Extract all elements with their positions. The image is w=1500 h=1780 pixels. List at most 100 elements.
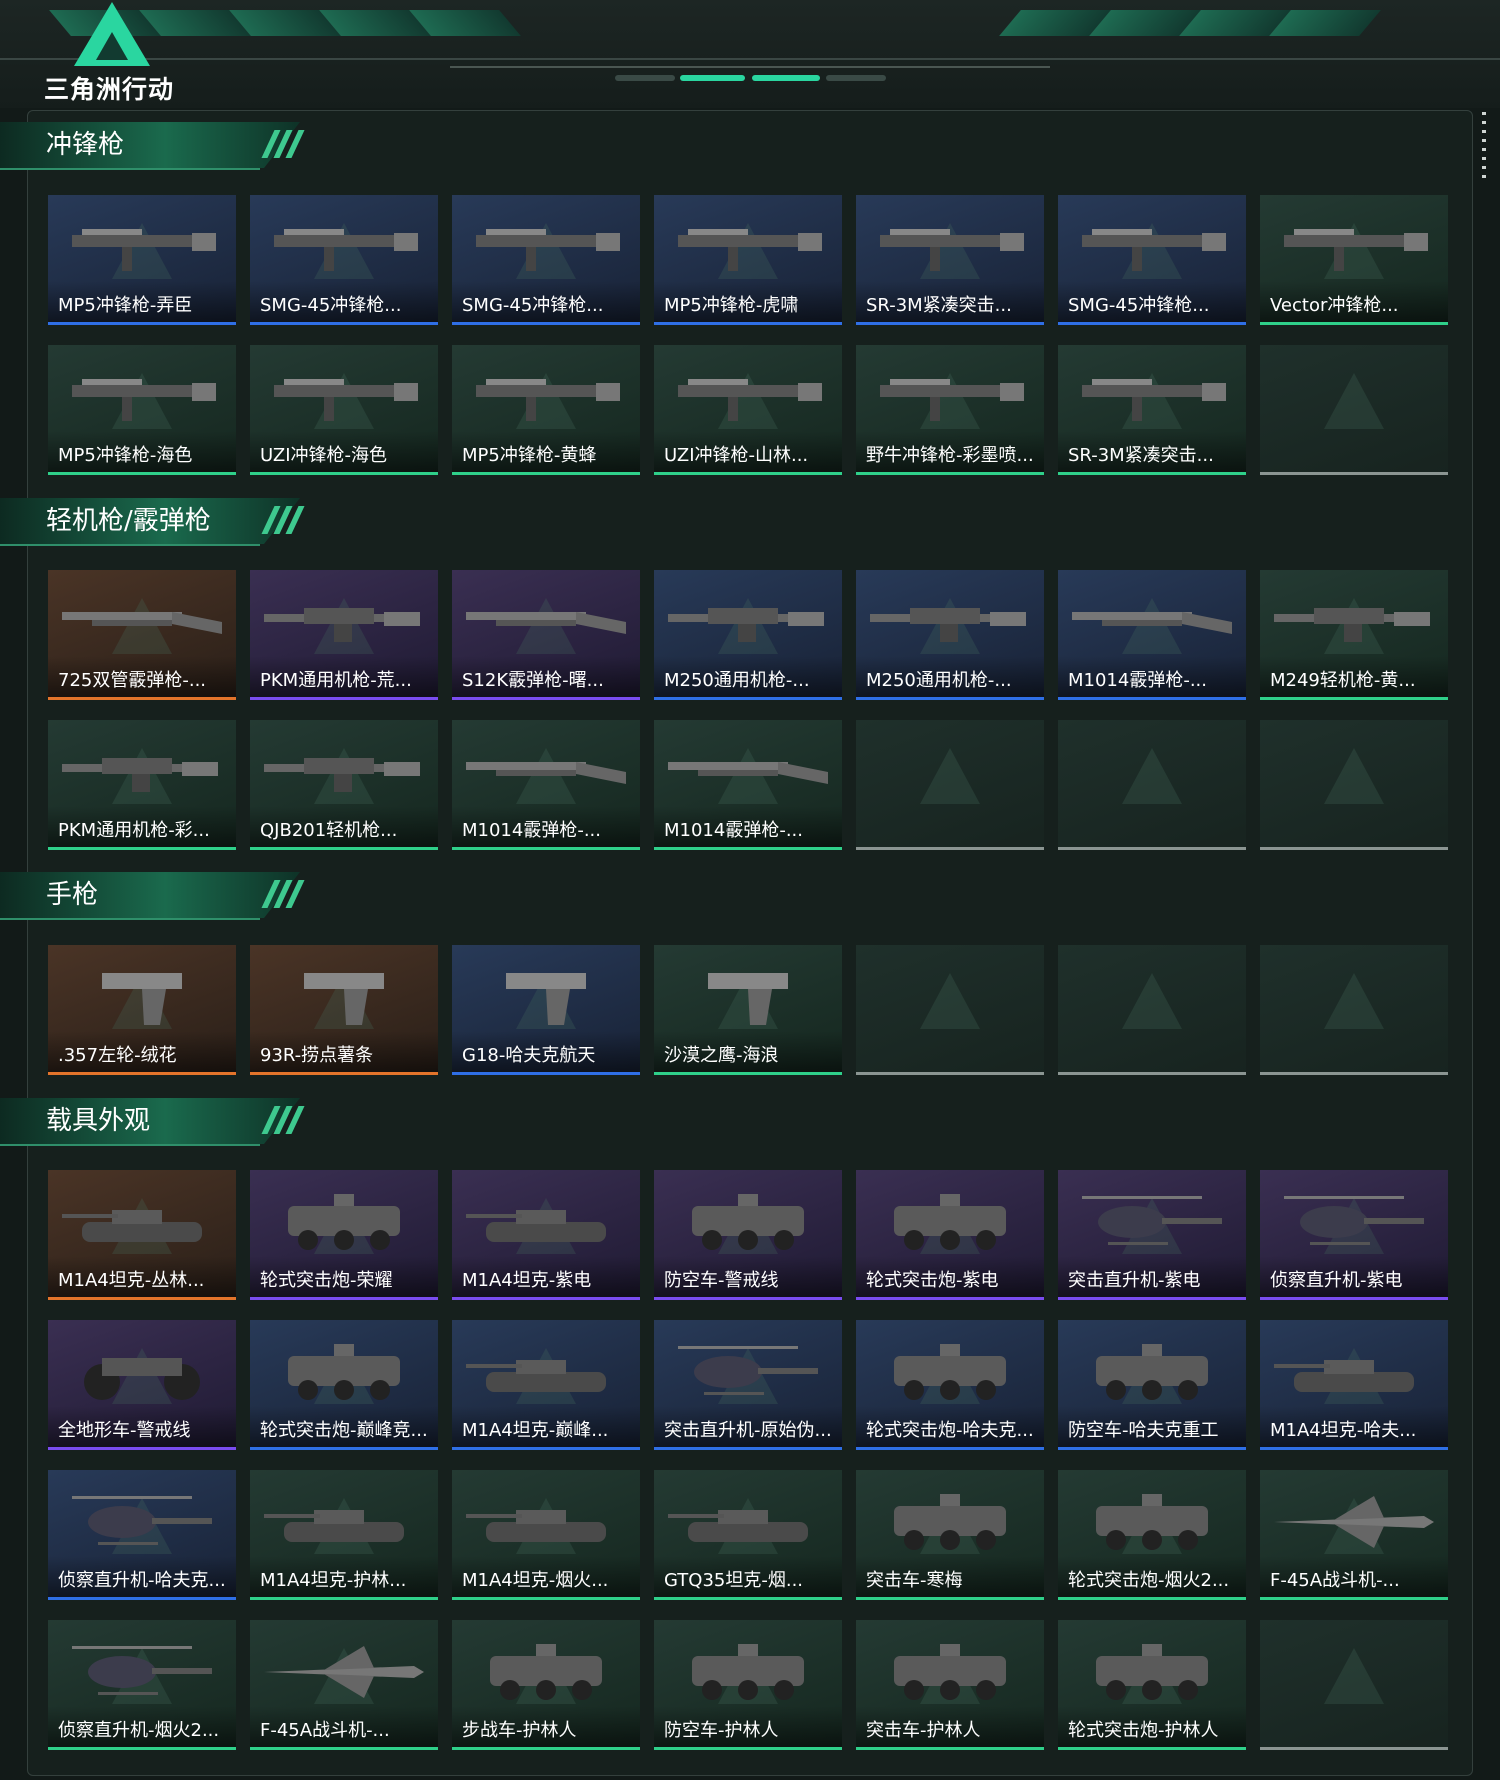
rarity-bar xyxy=(856,1297,1044,1300)
skin-card[interactable]: 防空车-护林人 xyxy=(654,1620,842,1750)
skin-card[interactable]: SMG-45冲锋枪... xyxy=(452,195,640,325)
skin-card[interactable]: MP5冲锋枪-虎啸 xyxy=(654,195,842,325)
skin-name: 轮式突击炮-荣耀 xyxy=(260,1270,393,1291)
skin-card[interactable]: M1014霰弹枪-... xyxy=(452,720,640,850)
skin-card[interactable]: MP5冲锋枪-弄臣 xyxy=(48,195,236,325)
skin-card[interactable]: 轮式突击炮-紫电 xyxy=(856,1170,1044,1300)
skin-card[interactable]: UZI冲锋枪-海色 xyxy=(250,345,438,475)
skin-card[interactable]: UZI冲锋枪-山林... xyxy=(654,345,842,475)
skin-name: G18-哈夫克航天 xyxy=(462,1045,596,1066)
rarity-bar xyxy=(1058,322,1246,325)
skin-card[interactable]: 轮式突击炮-护林人 xyxy=(1058,1620,1246,1750)
skin-card[interactable]: 轮式突击炮-巅峰竞... xyxy=(250,1320,438,1450)
skin-name: 防空车-护林人 xyxy=(664,1720,779,1741)
skin-card[interactable]: 防空车-哈夫克重工 xyxy=(1058,1320,1246,1450)
skin-card[interactable]: F-45A战斗机-... xyxy=(250,1620,438,1750)
rarity-bar xyxy=(452,847,640,850)
skin-card[interactable]: 全地形车-警戒线 xyxy=(48,1320,236,1450)
skin-card[interactable]: M1A4坦克-巅峰... xyxy=(452,1320,640,1450)
rarity-bar xyxy=(250,472,438,475)
skin-card[interactable]: 轮式突击炮-荣耀 xyxy=(250,1170,438,1300)
rarity-bar xyxy=(250,847,438,850)
scrollbar[interactable] xyxy=(1482,112,1486,178)
pistol-grid: .357左轮-绒花 93R-捞点薯条 G18-哈夫克航天 沙漠之鹰-海浪 xyxy=(48,945,1448,1075)
skin-name: MP5冲锋枪-海色 xyxy=(58,445,193,466)
skin-card[interactable]: 突击车-护林人 xyxy=(856,1620,1044,1750)
rarity-bar xyxy=(1260,1297,1448,1300)
rarity-bar xyxy=(48,1747,236,1750)
skin-name: M1014霰弹枪-... xyxy=(664,820,803,841)
skin-card[interactable]: 防空车-警戒线 xyxy=(654,1170,842,1300)
skin-card[interactable]: SMG-45冲锋枪... xyxy=(1058,195,1246,325)
skin-card[interactable]: 725双管霰弹枪-... xyxy=(48,570,236,700)
skin-card[interactable]: M1014霰弹枪-... xyxy=(654,720,842,850)
skin-card[interactable]: F-45A战斗机-... xyxy=(1260,1470,1448,1600)
skin-card[interactable]: 侦察直升机-哈夫克... xyxy=(48,1470,236,1600)
rarity-bar xyxy=(1058,1072,1246,1075)
skin-card[interactable]: 轮式突击炮-哈夫克... xyxy=(856,1320,1044,1450)
lmg-icon xyxy=(264,588,424,652)
armored-car-icon xyxy=(1072,1338,1232,1402)
watermark-logo-icon xyxy=(920,973,980,1029)
skin-name: 轮式突击炮-护林人 xyxy=(1068,1720,1219,1741)
skin-card[interactable]: SMG-45冲锋枪... xyxy=(250,195,438,325)
skin-card[interactable]: 沙漠之鹰-海浪 xyxy=(654,945,842,1075)
skin-card[interactable]: 野牛冲锋枪-彩墨喷... xyxy=(856,345,1044,475)
skin-name: 突击车-护林人 xyxy=(866,1720,981,1741)
skin-card[interactable]: SR-3M紧凑突击... xyxy=(856,195,1044,325)
skin-card[interactable]: M249轻机枪-黄... xyxy=(1260,570,1448,700)
skin-card[interactable]: 侦察直升机-紫电 xyxy=(1260,1170,1448,1300)
skin-card[interactable]: 突击车-寒梅 xyxy=(856,1470,1044,1600)
armored-car-icon xyxy=(264,1338,424,1402)
helicopter-icon xyxy=(62,1488,222,1552)
rarity-bar xyxy=(654,1447,842,1450)
rarity-bar xyxy=(48,1447,236,1450)
skin-card[interactable]: PKM通用机枪-荒... xyxy=(250,570,438,700)
tank-icon xyxy=(264,1488,424,1552)
smg-icon xyxy=(1072,213,1232,277)
skin-card[interactable]: 步战车-护林人 xyxy=(452,1620,640,1750)
skin-card[interactable]: QJB201轻机枪... xyxy=(250,720,438,850)
smg-icon xyxy=(466,363,626,427)
watermark-logo-icon xyxy=(920,748,980,804)
section-header-vehicle: 载具外观 xyxy=(0,1098,330,1146)
skin-card[interactable]: 突击直升机-紫电 xyxy=(1058,1170,1246,1300)
skin-card[interactable]: M1A4坦克-哈夫... xyxy=(1260,1320,1448,1450)
skin-name: 突击直升机-紫电 xyxy=(1068,1270,1201,1291)
skin-card[interactable]: M1A4坦克-丛林... xyxy=(48,1170,236,1300)
rarity-bar xyxy=(654,472,842,475)
skin-card[interactable]: MP5冲锋枪-海色 xyxy=(48,345,236,475)
skin-card[interactable]: SR-3M紧凑突击... xyxy=(1058,345,1246,475)
helicopter-icon xyxy=(668,1338,828,1402)
skin-name: M250通用机枪-... xyxy=(866,670,1012,691)
skin-card[interactable]: MP5冲锋枪-黄蜂 xyxy=(452,345,640,475)
skin-card[interactable]: S12K霰弹枪-曙... xyxy=(452,570,640,700)
section-header-smg: 冲锋枪 xyxy=(0,122,330,170)
header-pill xyxy=(615,75,675,81)
skin-card[interactable]: PKM通用机枪-彩... xyxy=(48,720,236,850)
skin-card[interactable]: M1014霰弹枪-... xyxy=(1058,570,1246,700)
skin-card[interactable]: G18-哈夫克航天 xyxy=(452,945,640,1075)
skin-card[interactable]: 93R-捞点薯条 xyxy=(250,945,438,1075)
skin-card[interactable]: M1A4坦克-烟火... xyxy=(452,1470,640,1600)
rarity-bar xyxy=(1260,472,1448,475)
rarity-bar xyxy=(654,847,842,850)
smg-icon xyxy=(62,213,222,277)
skin-card[interactable]: GTQ35坦克-烟... xyxy=(654,1470,842,1600)
skin-card[interactable]: M1A4坦克-紫电 xyxy=(452,1170,640,1300)
skin-name: M1A4坦克-护林... xyxy=(260,1570,407,1591)
tank-icon xyxy=(466,1488,626,1552)
skin-name: SMG-45冲锋枪... xyxy=(462,295,604,316)
skin-card[interactable]: 突击直升机-原始伪... xyxy=(654,1320,842,1450)
skin-card[interactable]: M1A4坦克-护林... xyxy=(250,1470,438,1600)
pistol-icon xyxy=(62,963,222,1027)
rarity-bar xyxy=(1058,1747,1246,1750)
skin-card[interactable]: M250通用机枪-... xyxy=(654,570,842,700)
skin-name: M249轻机枪-黄... xyxy=(1270,670,1416,691)
skin-card[interactable]: Vector冲锋枪... xyxy=(1260,195,1448,325)
skin-card[interactable]: 轮式突击炮-烟火2... xyxy=(1058,1470,1246,1600)
skin-card[interactable]: 侦察直升机-烟火2... xyxy=(48,1620,236,1750)
skin-card[interactable]: M250通用机枪-... xyxy=(856,570,1044,700)
skin-card[interactable]: .357左轮-绒花 xyxy=(48,945,236,1075)
skin-name: 侦察直升机-紫电 xyxy=(1270,1270,1403,1291)
